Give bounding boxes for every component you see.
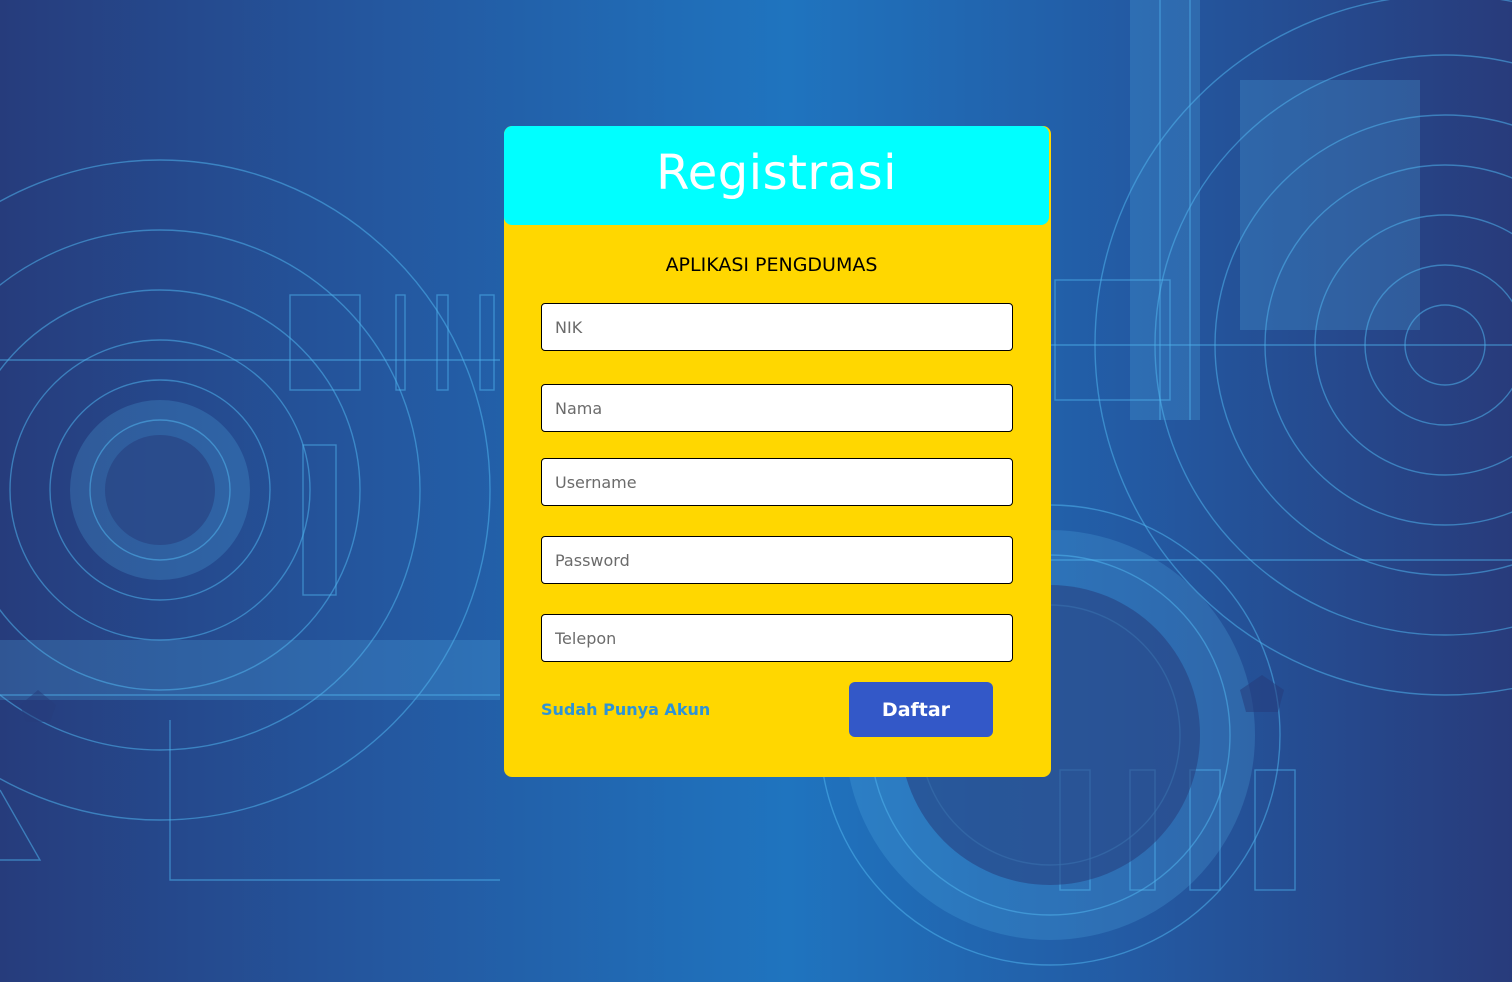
card-header: Registrasi bbox=[504, 126, 1049, 225]
nama-input[interactable] bbox=[541, 384, 1013, 432]
page-title: Registrasi bbox=[656, 144, 897, 201]
password-input[interactable] bbox=[541, 536, 1013, 584]
telepon-input[interactable] bbox=[541, 614, 1013, 662]
username-input[interactable] bbox=[541, 458, 1013, 506]
login-link[interactable]: Sudah Punya Akun bbox=[541, 700, 710, 719]
daftar-button[interactable]: Daftar bbox=[849, 682, 993, 737]
app-subtitle: APLIKASI PENGDUMAS bbox=[665, 254, 878, 276]
registration-card: Registrasi APLIKASI PENGDUMAS Sudah Puny… bbox=[504, 126, 1051, 777]
nik-input[interactable] bbox=[541, 303, 1013, 351]
